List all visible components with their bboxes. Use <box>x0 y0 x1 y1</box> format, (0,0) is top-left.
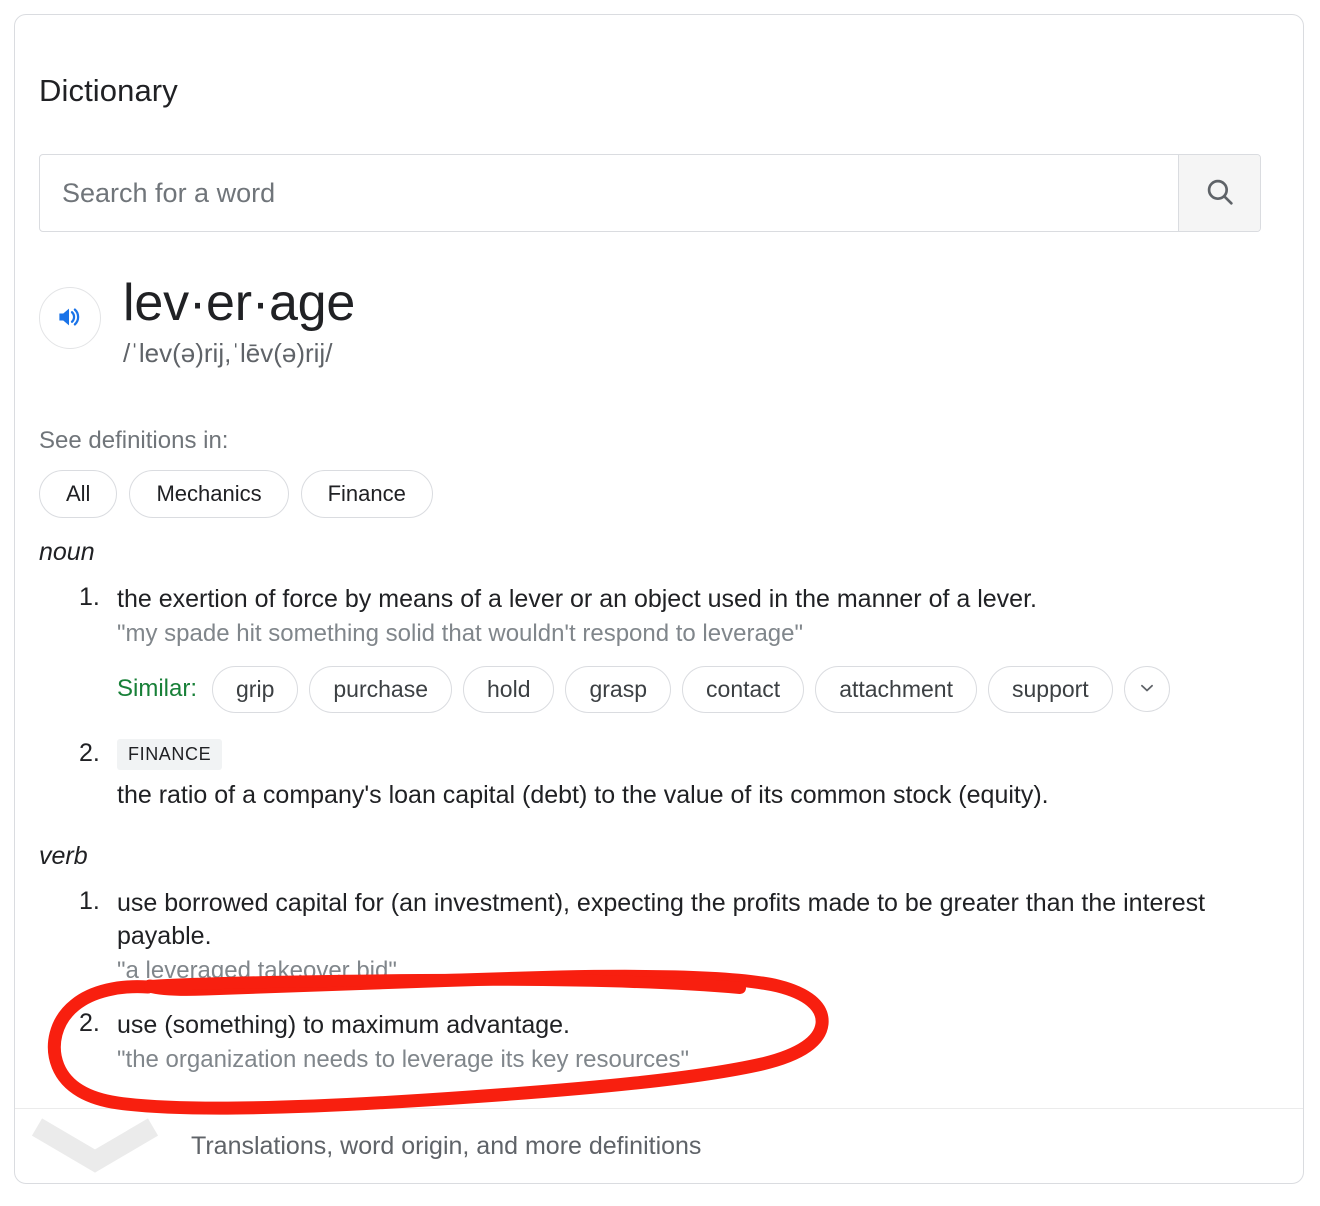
search-input[interactable] <box>40 155 1178 231</box>
see-definitions-label: See definitions in: <box>39 427 229 454</box>
definition-text: use borrowed capital for (an investment)… <box>117 889 1206 951</box>
headword: lev·er·age <box>123 274 356 332</box>
dictionary-card: Dictionary Search for a word lev·er·age … <box>14 14 1304 1184</box>
similar-words-row: Similar: grip purchase hold grasp contac… <box>117 665 1281 714</box>
synonym-chip-purchase[interactable]: purchase <box>309 665 452 714</box>
part-of-speech-verb: verb <box>39 842 88 871</box>
definition-entry: 2. use (something) to maximum advantage.… <box>39 1009 1281 1076</box>
expand-label: Translations, word origin, and more defi… <box>191 1132 702 1160</box>
definition-text: use (something) to maximum advantage. <box>117 1010 570 1039</box>
definition-entry: 1. use borrowed capital for (an investme… <box>39 887 1281 987</box>
definition-example: "a leveraged takeover bid" <box>117 957 397 985</box>
search-icon <box>1203 175 1237 212</box>
show-more-synonyms-button[interactable] <box>1123 666 1170 713</box>
synonym-chip-contact[interactable]: contact <box>682 665 805 714</box>
headword-row: lev·er·age /ˈlev(ə)rij,ˈlēv(ə)rij/ <box>39 274 356 369</box>
definition-filter-chips: All Mechanics Finance <box>39 470 433 519</box>
definition-example: "the organization needs to leverage its … <box>117 1045 690 1073</box>
definition-number: 1. <box>79 583 100 611</box>
synonym-chip-grasp[interactable]: grasp <box>565 665 672 714</box>
search-bar[interactable] <box>39 154 1261 232</box>
similar-label: Similar: <box>117 675 198 703</box>
definition-number: 1. <box>79 887 100 916</box>
definition-text: the ratio of a company's loan capital (d… <box>117 781 1049 810</box>
synonym-chip-support[interactable]: support <box>987 665 1113 714</box>
synonym-chip-hold[interactable]: hold <box>463 665 555 714</box>
definition-number: 2. <box>79 739 100 768</box>
expand-more-definitions[interactable]: Translations, word origin, and more defi… <box>15 1109 1303 1184</box>
definition-example: "my spade hit something solid that would… <box>117 620 804 647</box>
filter-chip-mechanics[interactable]: Mechanics <box>129 470 289 519</box>
phonetic-transcription: /ˈlev(ə)rij,ˈlēv(ə)rij/ <box>123 338 333 369</box>
filter-chip-finance[interactable]: Finance <box>300 470 433 519</box>
definition-entry: 2. FINANCE the ratio of a company's loan… <box>39 739 1281 812</box>
definitions-area: noun 1. the exertion of force by means o… <box>39 538 1281 1094</box>
page-title: Dictionary <box>39 73 178 108</box>
definition-entry: 1. the exertion of force by means of a l… <box>39 583 1281 714</box>
synonym-chip-attachment[interactable]: attachment <box>815 665 977 714</box>
chevron-down-icon <box>1136 677 1158 702</box>
pronounce-button[interactable] <box>39 287 101 349</box>
filter-chip-all[interactable]: All <box>39 470 118 519</box>
verb-definition-list: 1. use borrowed capital for (an investme… <box>39 887 1281 1075</box>
speaker-icon <box>55 302 85 335</box>
definition-text: the exertion of force by means of a leve… <box>117 585 1037 613</box>
noun-definition-list: 1. the exertion of force by means of a l… <box>39 583 1281 812</box>
synonym-chip-grip[interactable]: grip <box>212 665 299 714</box>
chevron-down-icon <box>25 1113 165 1180</box>
search-button[interactable] <box>1178 155 1260 231</box>
part-of-speech-noun: noun <box>39 538 95 566</box>
definition-number: 2. <box>79 1008 100 1037</box>
field-label-badge: FINANCE <box>117 739 223 771</box>
